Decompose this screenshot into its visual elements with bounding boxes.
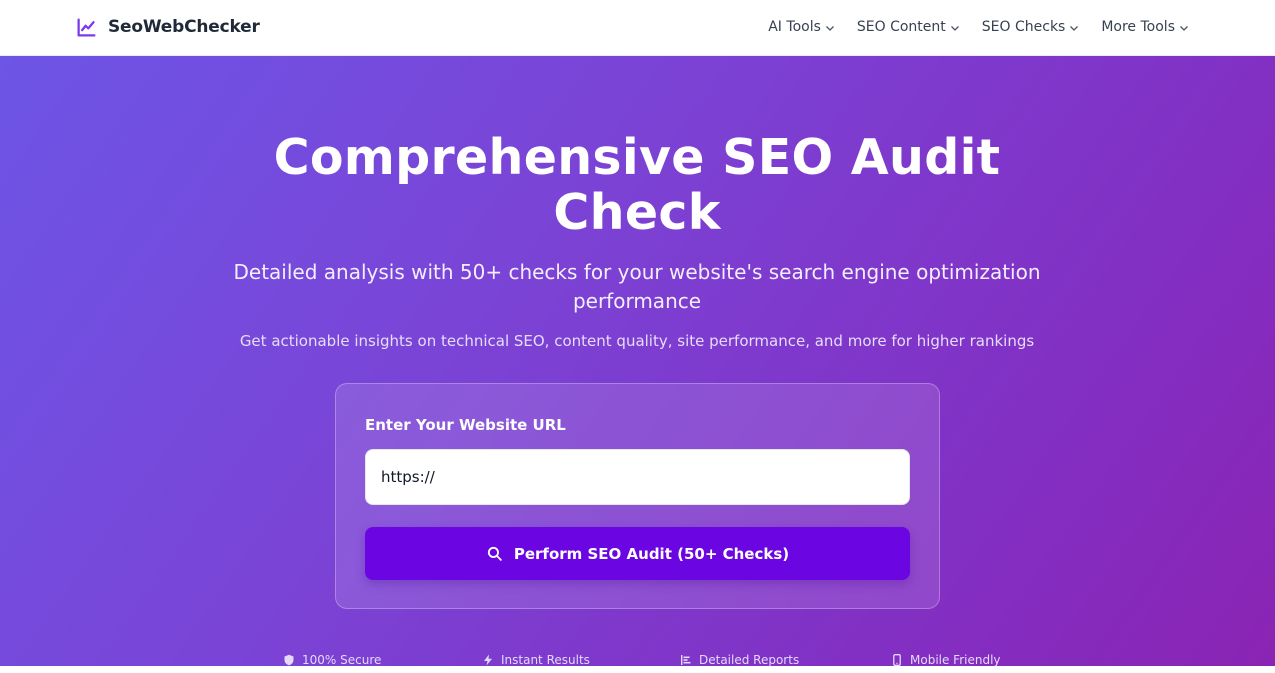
title-line-2: Check — [553, 184, 721, 241]
search-icon — [487, 546, 502, 561]
hero-description: Get actionable insights on technical SEO… — [239, 332, 1035, 350]
mobile-icon — [893, 654, 901, 666]
main-menu: AI Tools SEO Content SEO Checks More Too… — [768, 16, 1189, 38]
feature-label: 100% Secure — [302, 653, 382, 667]
brand-name: SeoWebChecker — [108, 17, 260, 37]
page-title: Comprehensive SEO Audit Check — [237, 130, 1037, 240]
url-field-label: Enter Your Website URL — [365, 416, 566, 434]
nav-label: SEO Content — [856, 19, 946, 35]
feature-label: Mobile Friendly — [910, 653, 1001, 667]
feature-mobile: Mobile Friendly — [891, 653, 1001, 667]
feature-label: Detailed Reports — [699, 653, 800, 667]
title-line-1: Comprehensive SEO Audit — [273, 129, 1001, 186]
feature-instant: Instant Results — [482, 653, 590, 667]
perform-seo-audit-button[interactable]: Perform SEO Audit (50+ Checks) — [365, 527, 910, 580]
shield-icon — [284, 654, 294, 666]
bolt-icon — [484, 654, 492, 666]
website-url-input[interactable] — [365, 449, 910, 505]
nav-label: More Tools — [1101, 19, 1175, 35]
subtitle-line-2: performance — [572, 289, 702, 313]
nav-seo-content[interactable]: SEO Content — [857, 16, 960, 38]
top-navigation-bar: SeoWebChecker AI Tools SEO Content SEO C… — [0, 0, 1275, 56]
feature-label: Instant Results — [501, 653, 590, 667]
nav-label: AI Tools — [768, 19, 821, 35]
hero-section: Comprehensive SEO Audit Check Detailed a… — [0, 56, 1275, 667]
audit-form-card: Enter Your Website URL Perform SEO Audit… — [335, 383, 940, 609]
nav-ai-tools[interactable]: AI Tools — [768, 16, 835, 38]
feature-highlights: 100% Secure Instant Results Detailed Rep… — [0, 653, 1275, 673]
trend-chart-icon — [77, 17, 96, 37]
chevron-down-icon — [825, 26, 834, 31]
chevron-down-icon — [1180, 26, 1188, 31]
feature-secure: 100% Secure — [283, 653, 381, 667]
chevron-down-icon — [1070, 26, 1079, 31]
bar-list-icon — [681, 655, 691, 665]
hero-subtitle: Detailed analysis with 50+ checks for yo… — [217, 258, 1057, 316]
subtitle-line-1: Detailed analysis with 50+ checks for yo… — [233, 260, 1041, 284]
brand-logo-link[interactable]: SeoWebChecker — [76, 15, 260, 39]
button-label: Perform SEO Audit (50+ Checks) — [513, 544, 790, 563]
nav-seo-checks[interactable]: SEO Checks — [982, 16, 1080, 38]
nav-label: SEO Checks — [981, 19, 1066, 35]
nav-more-tools[interactable]: More Tools — [1101, 16, 1189, 38]
feature-reports: Detailed Reports — [680, 653, 799, 667]
chevron-down-icon — [950, 26, 959, 31]
